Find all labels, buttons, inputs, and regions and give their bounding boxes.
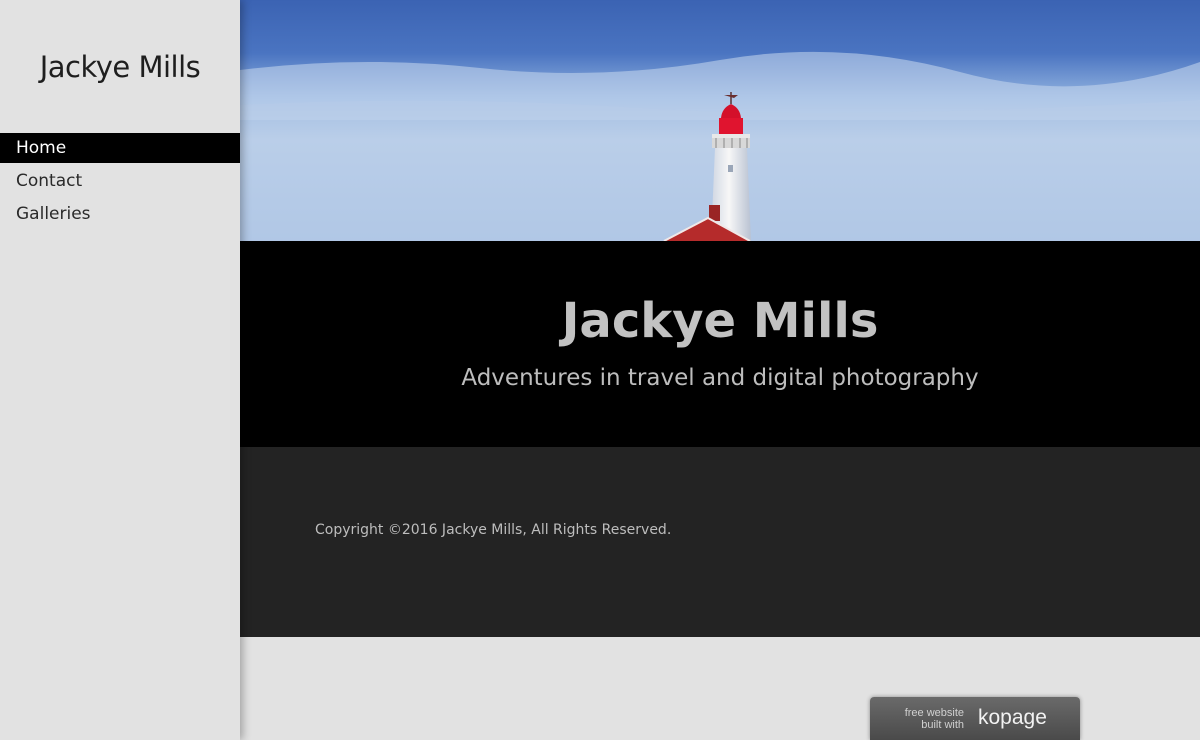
banner-subtitle: Adventures in travel and digital photogr…: [461, 365, 979, 391]
footer: Copyright ©2016 Jackye Mills, All Rights…: [240, 447, 1200, 637]
kopage-badge[interactable]: free website built with kopage: [870, 697, 1080, 740]
site-title[interactable]: Jackye Mills: [0, 50, 240, 84]
main-nav: Home Contact Galleries: [0, 133, 240, 232]
copyright-text: Copyright ©2016 Jackye Mills, All Rights…: [315, 522, 672, 538]
nav-item-galleries[interactable]: Galleries: [0, 199, 240, 229]
page: Jackye Mills Home Contact Galleries Jack…: [0, 0, 1200, 740]
banner-title: Jackye Mills: [561, 293, 879, 349]
hero-image: [240, 0, 1200, 241]
badge-line-2: built with: [921, 719, 964, 731]
sidebar: Jackye Mills Home Contact Galleries: [0, 0, 240, 740]
nav-item-contact[interactable]: Contact: [0, 166, 240, 196]
nav-item-home[interactable]: Home: [0, 133, 240, 163]
badge-brand: kopage: [978, 706, 1047, 729]
title-banner: Jackye Mills Adventures in travel and di…: [240, 241, 1200, 447]
lighthouse-illustration: [240, 51, 1200, 241]
badge-line-1: free website: [904, 707, 964, 719]
badge-tagline: free website built with: [905, 707, 964, 731]
